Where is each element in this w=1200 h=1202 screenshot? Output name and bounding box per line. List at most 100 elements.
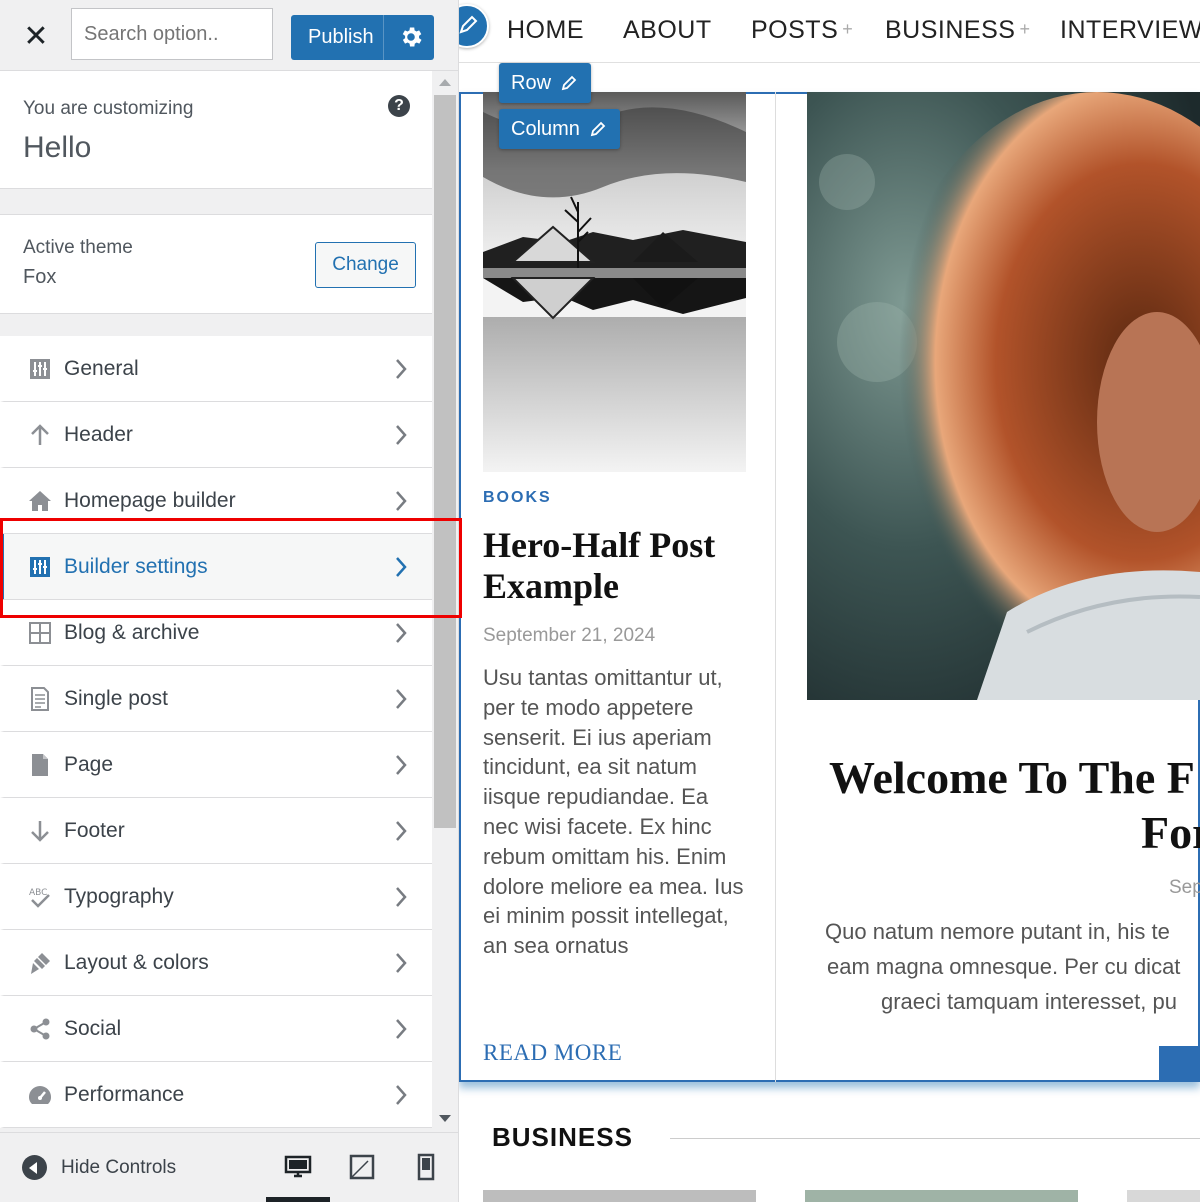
- publish-separator: [383, 15, 384, 60]
- arrow-up-icon: [31, 424, 49, 445]
- help-icon[interactable]: ?: [388, 95, 410, 117]
- featured-read-more-button[interactable]: [1159, 1046, 1200, 1082]
- post-image-landscape[interactable]: [483, 92, 746, 472]
- sliders-icon: [30, 557, 50, 577]
- menu-item-label: Homepage builder: [64, 489, 236, 512]
- menu-item-label: Builder settings: [64, 555, 208, 578]
- menu-item-typography[interactable]: ABC Typography: [0, 864, 432, 930]
- menu-item-single-post[interactable]: Single post: [0, 666, 432, 732]
- search-input[interactable]: [71, 8, 273, 60]
- chevron-right-icon: [396, 491, 407, 511]
- site-preview: HOME ABOUT POSTS+ BUSINESS+ INTERVIEW: [459, 0, 1200, 1202]
- svg-text:ABC: ABC: [29, 888, 47, 898]
- nav-label: BUSINESS: [885, 16, 1016, 44]
- customizer-menu: General Header Homepage builder Builder …: [0, 336, 432, 1128]
- column-edit-button[interactable]: Column: [499, 109, 620, 149]
- menu-item-homepage-builder[interactable]: Homepage builder: [0, 468, 432, 534]
- document-icon: [31, 687, 49, 711]
- post-date: September 21, 2024: [483, 625, 656, 646]
- section-divider: [670, 1138, 1200, 1139]
- customizing-info: You are customizing Hello ?: [0, 71, 432, 189]
- brush-icon: [31, 953, 50, 974]
- menu-item-label: Performance: [64, 1083, 185, 1106]
- menu-item-page[interactable]: Page: [0, 732, 432, 798]
- menu-item-performance[interactable]: Performance: [0, 1062, 432, 1128]
- menu-item-label: Page: [64, 753, 114, 776]
- chevron-right-icon: [396, 755, 407, 775]
- share-icon: [30, 1018, 50, 1040]
- menu-item-footer[interactable]: Footer: [0, 798, 432, 864]
- post-excerpt: Usu tantas omittantur ut, per te modo ap…: [483, 665, 744, 959]
- arrow-down-icon: [31, 821, 49, 842]
- nav-label: ABOUT: [623, 16, 712, 44]
- hide-controls-label: Hide Controls: [61, 1156, 177, 1178]
- change-theme-button[interactable]: Change: [315, 242, 416, 288]
- home-icon: [29, 491, 51, 511]
- excerpt-line: eam magna omnesque. Per cu dicat: [827, 954, 1181, 979]
- menu-item-header[interactable]: Header: [0, 402, 432, 468]
- pencil-icon: [590, 121, 606, 137]
- page-icon: [32, 754, 48, 776]
- nav-plus-icon: +: [842, 19, 854, 39]
- row-edit-button[interactable]: Row: [499, 63, 592, 103]
- nav-item-home[interactable]: HOME: [507, 16, 584, 45]
- business-thumbnail[interactable]: [1127, 1190, 1200, 1202]
- post-category[interactable]: BOOKS: [483, 489, 552, 507]
- nav-item-posts[interactable]: POSTS +: [751, 16, 853, 45]
- excerpt-line: graeci tamquam interesset, pu: [881, 989, 1177, 1014]
- active-device-indicator: [266, 1197, 330, 1202]
- excerpt-line: Quo natum nemore putant in, his te: [825, 919, 1170, 944]
- chevron-right-icon: [396, 1019, 407, 1039]
- pencil-icon: [561, 75, 577, 91]
- chevron-right-icon: [396, 887, 407, 907]
- post-image-portrait[interactable]: [807, 92, 1200, 700]
- edit-pencil-icon[interactable]: [459, 4, 489, 48]
- business-thumbnail[interactable]: [805, 1190, 1078, 1202]
- chevron-right-icon: [396, 425, 407, 445]
- menu-item-label: General: [64, 357, 139, 380]
- read-more-link[interactable]: READ MORE: [483, 1040, 622, 1066]
- menu-item-label: Single post: [64, 687, 168, 710]
- customizing-label: You are customizing: [23, 98, 194, 119]
- tablet-icon[interactable]: [348, 1153, 376, 1181]
- customizer-footer: Hide Controls: [0, 1132, 458, 1202]
- section-title-business: BUSINESS: [492, 1122, 633, 1152]
- business-thumbnail[interactable]: [483, 1190, 756, 1202]
- hide-controls-button[interactable]: Hide Controls: [22, 1155, 176, 1180]
- nav-item-about[interactable]: ABOUT: [623, 16, 712, 45]
- post-title[interactable]: Hero-Half Post Example: [483, 525, 748, 607]
- customizer-header: ✕ Publish: [0, 0, 458, 71]
- scrollbar-thumb[interactable]: [434, 95, 456, 828]
- menu-item-label: Social: [64, 1017, 122, 1040]
- menu-item-general[interactable]: General: [0, 336, 432, 402]
- menu-item-builder-settings[interactable]: Builder settings: [0, 534, 432, 600]
- nav-item-business[interactable]: BUSINESS +: [885, 16, 1030, 45]
- nav-label: INTERVIEW: [1060, 16, 1200, 44]
- nav-item-interview[interactable]: INTERVIEW: [1060, 16, 1200, 45]
- menu-item-layout-colors[interactable]: Layout & colors: [0, 930, 432, 996]
- customizing-title: Hello: [23, 131, 92, 164]
- scroll-up-arrow-icon[interactable]: [439, 79, 451, 86]
- column-divider: [775, 92, 776, 1082]
- active-theme-label: Active theme: [23, 237, 133, 258]
- featured-post-title-line2[interactable]: For: [1141, 806, 1200, 859]
- featured-post-excerpt: Quo natum nemore putant in, his te eam m…: [825, 914, 1200, 1019]
- featured-post-date: Sep: [1169, 877, 1200, 898]
- scroll-down-arrow-icon[interactable]: [439, 1115, 451, 1122]
- chevron-right-icon: [396, 557, 407, 577]
- publish-label: Publish: [308, 26, 374, 48]
- collapse-icon: [22, 1155, 47, 1180]
- chevron-right-icon: [396, 1085, 407, 1105]
- mobile-icon[interactable]: [412, 1153, 440, 1181]
- featured-post-title[interactable]: Welcome To The F: [829, 752, 1200, 804]
- menu-item-label: Header: [64, 423, 133, 446]
- menu-item-social[interactable]: Social: [0, 996, 432, 1062]
- publish-button[interactable]: Publish: [291, 15, 434, 60]
- nav-label: HOME: [507, 16, 584, 44]
- gear-icon[interactable]: [398, 24, 424, 50]
- menu-item-blog-archive[interactable]: Blog & archive: [0, 600, 432, 666]
- chevron-right-icon: [396, 623, 407, 643]
- sidebar-scrollbar[interactable]: [432, 71, 458, 1132]
- desktop-icon[interactable]: [284, 1153, 312, 1181]
- close-button[interactable]: ✕: [14, 14, 58, 58]
